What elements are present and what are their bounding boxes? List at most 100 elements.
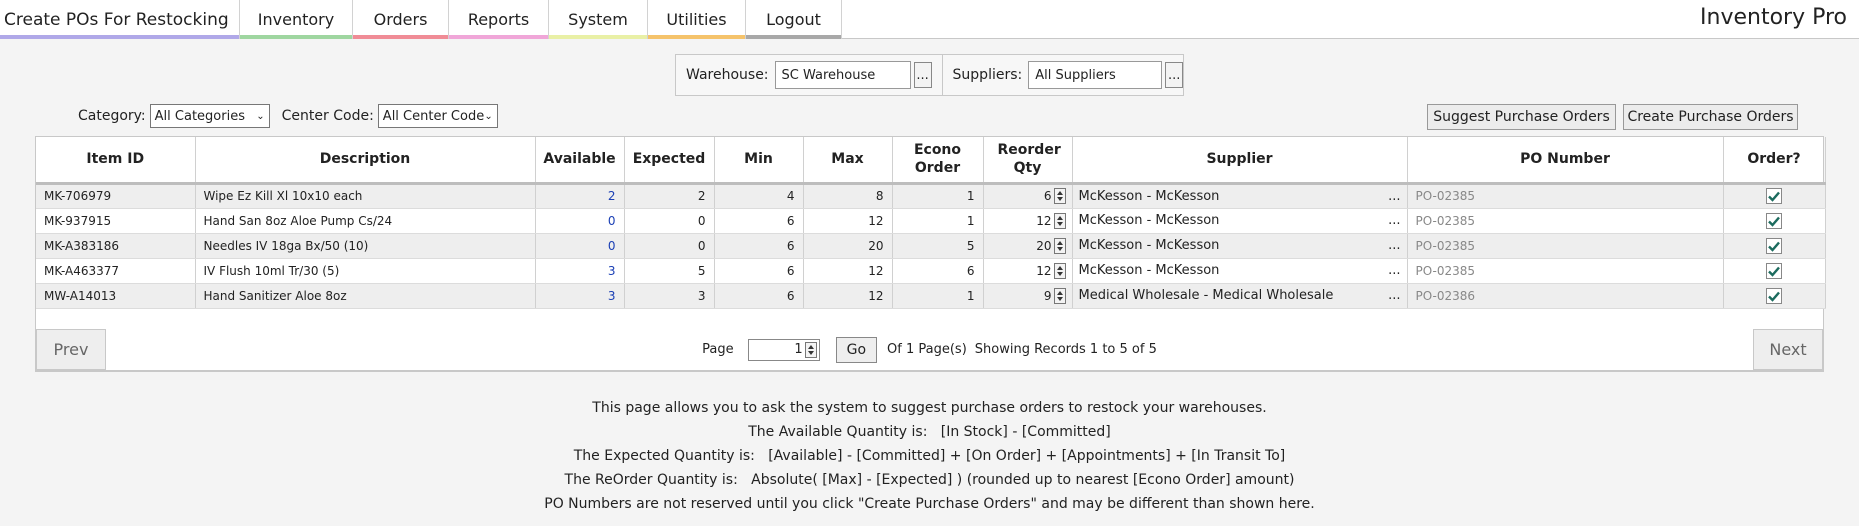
supplier-field: McKesson - McKesson...: [1079, 189, 1401, 204]
col-econo-order[interactable]: Econo Order: [892, 137, 984, 185]
supplier-browse-button[interactable]: ...: [1388, 263, 1400, 278]
item-description: Hand San 8oz Aloe Pump Cs/24: [195, 208, 536, 234]
max-qty: 12: [803, 258, 893, 284]
min-qty: 6: [714, 208, 804, 234]
supplier-browse-button[interactable]: ...: [1388, 189, 1400, 204]
supplier-browse-button[interactable]: ...: [1388, 213, 1400, 228]
create-purchase-orders-button[interactable]: Create Purchase Orders: [1623, 104, 1798, 130]
suppliers-browse-button[interactable]: ...: [1165, 62, 1184, 88]
supplier-cell: McKesson - McKesson...: [1072, 233, 1408, 259]
econo-order: 1: [892, 183, 984, 209]
reorder-stepper[interactable]: 6: [992, 188, 1066, 204]
center-code-label: Center Code:: [281, 108, 374, 124]
order-checkbox[interactable]: [1766, 262, 1782, 279]
col-reorder-qty[interactable]: Reorder Qty: [983, 137, 1073, 185]
supplier-cell: McKesson - McKesson...: [1072, 258, 1408, 284]
prev-button[interactable]: Prev: [36, 329, 106, 370]
suppliers-input[interactable]: All Suppliers: [1028, 61, 1163, 89]
po-number: PO-02386: [1407, 283, 1724, 309]
econo-order: 6: [892, 258, 984, 284]
order-checkbox[interactable]: [1766, 212, 1782, 229]
table-body: MK-706979 Wipe Ez Kill Xl 10x10 each 2 2…: [36, 183, 1826, 309]
supplier-browse-button[interactable]: ...: [1388, 238, 1400, 253]
col-available[interactable]: Available: [535, 137, 625, 185]
supplier-browse-button[interactable]: ...: [1388, 288, 1400, 303]
warehouse-browse-button[interactable]: ...: [913, 62, 932, 88]
po-number: PO-02385: [1407, 183, 1724, 209]
center-code-value: All Center Code: [382, 108, 485, 124]
center-code-select[interactable]: All Center Code ⌄: [377, 104, 498, 128]
col-max[interactable]: Max: [803, 137, 893, 185]
item-id: MW-A14013: [36, 283, 196, 309]
reorder-qty-cell: 20: [983, 233, 1073, 259]
nav-orders[interactable]: Orders: [353, 0, 449, 39]
item-id: MK-706979: [36, 183, 196, 209]
help-line: The Available Quantity is: [In Stock] - …: [748, 424, 1111, 440]
nav-inventory[interactable]: Inventory: [240, 0, 353, 39]
page-count: Of 1 Page(s): [887, 342, 967, 357]
suppliers-group: Suppliers: All Suppliers ...: [941, 55, 1194, 95]
order-checkbox[interactable]: [1766, 287, 1782, 304]
reorder-stepper[interactable]: 12: [992, 262, 1066, 279]
col-supplier[interactable]: Supplier: [1072, 137, 1408, 185]
col-expected[interactable]: Expected: [624, 137, 715, 185]
page-number-input[interactable]: 1: [747, 338, 820, 361]
available-link[interactable]: 0: [535, 233, 625, 259]
nav-color-bar: [0, 35, 239, 39]
warehouse-input[interactable]: SC Warehouse: [774, 61, 911, 89]
available-link[interactable]: 3: [535, 283, 625, 309]
supplier-cell: Medical Wholesale - Medical Wholesale...: [1072, 283, 1408, 309]
spinner-icon[interactable]: [1053, 212, 1066, 229]
nav-utilities[interactable]: Utilities: [648, 0, 746, 39]
nav-system[interactable]: System: [549, 0, 648, 39]
available-link[interactable]: 2: [535, 183, 625, 209]
available-link[interactable]: 3: [535, 258, 625, 284]
go-button[interactable]: Go: [835, 336, 878, 363]
category-select[interactable]: All Categories ⌄: [149, 104, 270, 128]
page-label: Page: [702, 342, 734, 357]
item-id: MK-A463377: [36, 258, 196, 284]
col-min[interactable]: Min: [714, 137, 804, 185]
po-number: PO-02385: [1407, 233, 1724, 259]
supplier-field: McKesson - McKesson...: [1079, 213, 1401, 228]
nav-reports[interactable]: Reports: [449, 0, 549, 39]
help-notes: This page allows you to ask the system t…: [0, 396, 1859, 516]
available-link[interactable]: 0: [535, 208, 625, 234]
checkmark-icon: [1768, 191, 1780, 202]
next-button[interactable]: Next: [1753, 329, 1823, 370]
col-order[interactable]: Order?: [1723, 137, 1826, 185]
nav-color-bar: [449, 35, 548, 39]
top-nav: Create POs For Restocking Inventory Orde…: [0, 0, 1859, 39]
page-title-text: Create POs For Restocking: [4, 9, 229, 30]
econo-order: 5: [892, 233, 984, 259]
nav-color-bar: [648, 35, 745, 39]
reorder-qty-value: 6: [1043, 189, 1052, 203]
supplier-name: McKesson - McKesson: [1078, 213, 1220, 228]
reorder-stepper[interactable]: 12: [992, 212, 1066, 229]
checkmark-icon: [1768, 266, 1780, 277]
spinner-icon[interactable]: [804, 341, 817, 358]
spinner-icon[interactable]: [1053, 287, 1066, 304]
col-description[interactable]: Description: [195, 137, 536, 185]
reorder-stepper[interactable]: 20: [992, 237, 1066, 254]
spinner-icon[interactable]: [1053, 262, 1066, 279]
help-line: The Expected Quantity is: [Available] - …: [573, 448, 1286, 464]
nav-logout[interactable]: Logout: [746, 0, 842, 39]
col-po-number[interactable]: PO Number: [1407, 137, 1724, 185]
chevron-down-icon: ⌄: [484, 110, 493, 122]
min-qty: 6: [714, 233, 804, 259]
order-checkbox[interactable]: [1766, 237, 1782, 254]
suggest-purchase-orders-button[interactable]: Suggest Purchase Orders: [1427, 104, 1616, 130]
reorder-stepper[interactable]: 9: [992, 287, 1066, 304]
spinner-icon[interactable]: [1053, 188, 1066, 204]
nav-label: Logout: [766, 10, 821, 29]
spinner-icon[interactable]: [1053, 237, 1066, 254]
warehouse-label: Warehouse:: [686, 67, 769, 83]
nav-label: Reports: [467, 10, 530, 29]
item-description: Hand Sanitizer Aloe 8oz: [195, 283, 536, 309]
table-header-row: Item ID Description Available Expected M…: [36, 137, 1826, 185]
col-item-id[interactable]: Item ID: [36, 137, 196, 185]
order-checkbox[interactable]: [1766, 188, 1782, 204]
table-row: MK-937915 Hand San 8oz Aloe Pump Cs/24 0…: [36, 208, 1826, 234]
restock-grid: Item ID Description Available Expected M…: [36, 137, 1826, 309]
